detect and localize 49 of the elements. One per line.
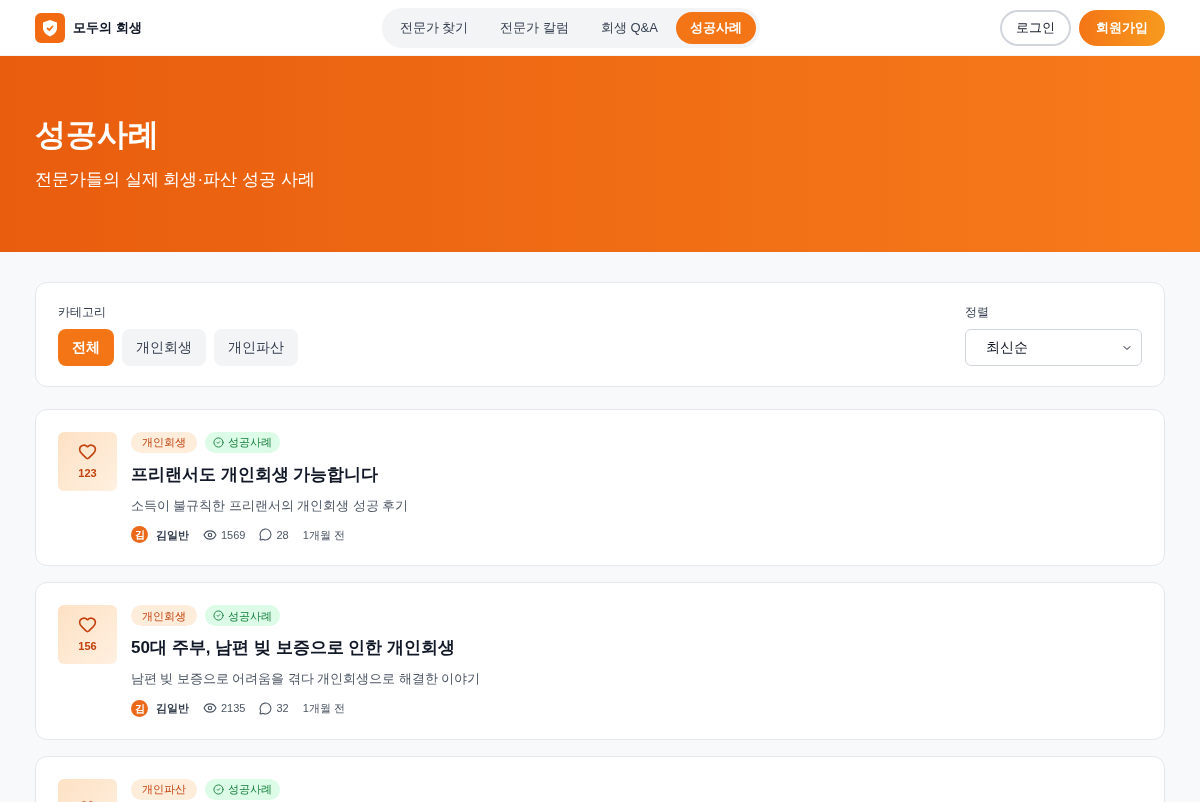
post-title[interactable]: 50대 주부, 남편 빚 보증으로 인한 개인회생 bbox=[131, 635, 455, 661]
comment-count: 28 bbox=[276, 527, 289, 543]
success-tag: 성공사례 bbox=[205, 605, 280, 627]
like-box[interactable]: 156 bbox=[58, 605, 117, 665]
like-count: 156 bbox=[78, 639, 97, 654]
comment-count: 32 bbox=[276, 700, 289, 716]
shield-logo-icon bbox=[35, 12, 65, 43]
check-circle-icon bbox=[213, 437, 224, 448]
post-card[interactable]: 156 개인회생 성공사례 50대 주부, 남편 빚 보증으로 인한 개인회생 남편 빚 보증으로 어려움을 겪다 개인회생으로 해결한 이야기 김 김일반 2135 32 1개월 전 bbox=[35, 582, 1165, 740]
heart-icon bbox=[78, 615, 97, 634]
view-count: 2135 bbox=[221, 700, 246, 716]
success-tag: 성공사례 bbox=[205, 432, 280, 453]
nav-tab[interactable]: 전문가 찾기 bbox=[385, 11, 483, 44]
author-name: 김일반 bbox=[156, 527, 189, 543]
category-tag: 개인파산 bbox=[131, 778, 197, 800]
login-button[interactable]: 로그인 bbox=[1000, 9, 1071, 46]
author-avatar: 김 bbox=[131, 526, 148, 544]
eye-icon bbox=[203, 527, 217, 542]
nav-tab[interactable]: 전문가 칼럼 bbox=[486, 11, 583, 44]
post-title[interactable]: 프리랜서도 개인회생 가능합니다 bbox=[131, 462, 379, 488]
comment-icon bbox=[259, 528, 273, 542]
brand-name: 모두의 회생 bbox=[73, 18, 142, 37]
like-count: 123 bbox=[78, 465, 97, 481]
check-circle-icon bbox=[213, 783, 224, 795]
post-summary: 남편 빚 보증으로 어려움을 겪다 개인회생으로 해결한 이야기 bbox=[131, 670, 481, 688]
post-summary: 소득이 불규칙한 프리랜서의 개인회생 성공 후기 bbox=[131, 497, 409, 515]
hero-subtitle: 전문가들의 실제 회생·파산 성공 사례 bbox=[35, 168, 315, 191]
post-time: 1개월 전 bbox=[302, 700, 345, 716]
sort-select[interactable]: 최신순 bbox=[965, 329, 1142, 366]
nav-tab[interactable]: 회생 Q&A bbox=[586, 11, 672, 44]
like-box[interactable]: 123 bbox=[58, 432, 117, 491]
eye-icon bbox=[203, 701, 217, 715]
view-count: 1569 bbox=[221, 527, 246, 543]
category-label: 카테고리 bbox=[58, 304, 106, 321]
sort-label: 정렬 bbox=[965, 304, 989, 321]
heart-icon bbox=[78, 441, 97, 461]
author-name: 김일반 bbox=[156, 700, 189, 716]
check-circle-icon bbox=[213, 610, 224, 622]
post-card[interactable]: 123 개인회생 성공사례 프리랜서도 개인회생 가능합니다 소득이 불규칙한 프리랜서의 개인회생 성공 후기 김 김일반 1569 28 1개월 전 bbox=[35, 409, 1165, 567]
author-avatar: 김 bbox=[131, 699, 148, 717]
post-time: 1개월 전 bbox=[302, 527, 345, 543]
category-chip[interactable]: 개인파산 bbox=[214, 329, 298, 366]
category-tag: 개인회생 bbox=[131, 432, 197, 453]
post-card[interactable]: 개인파산 성공사례 bbox=[35, 755, 1165, 802]
comment-icon bbox=[259, 701, 273, 715]
category-chip[interactable]: 개인회생 bbox=[122, 329, 206, 366]
success-tag: 성공사례 bbox=[205, 778, 280, 800]
hero-title: 성공사례 bbox=[35, 115, 159, 154]
category-tag: 개인회생 bbox=[131, 605, 197, 627]
